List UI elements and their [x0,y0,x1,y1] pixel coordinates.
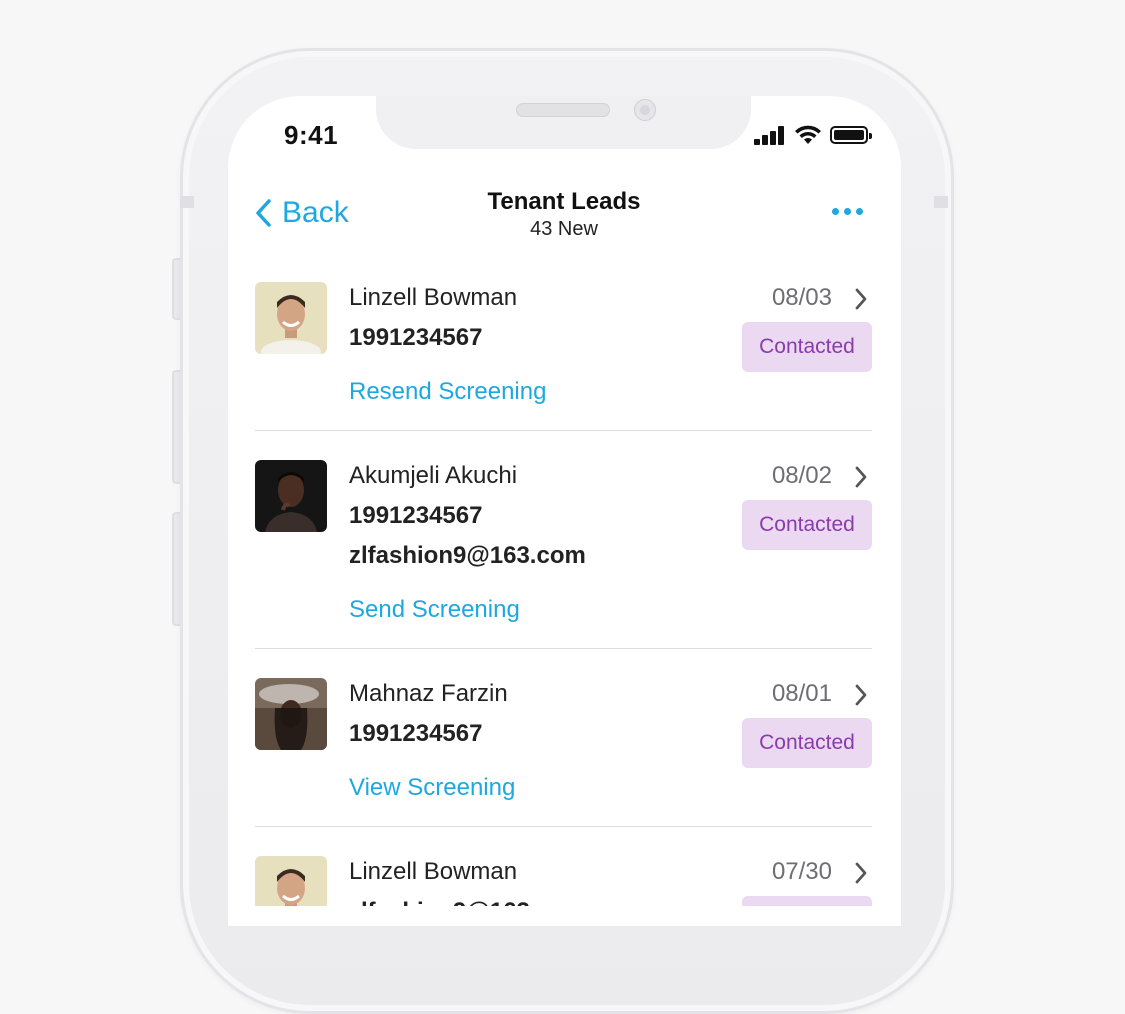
signal-icon [754,125,786,145]
front-camera [634,99,656,121]
lead-name: Linzell Bowman [349,858,518,885]
antenna-band-left [180,196,194,208]
more-dots-icon [832,208,839,215]
lead-name: Mahnaz Farzin [349,680,508,707]
resend-screening-link[interactable]: Resend Screening [349,378,546,406]
status-time: 9:41 [284,120,339,150]
lead-date: 07/30 [771,858,832,885]
lead-email: zlfashion9@163.com [349,542,586,569]
page-title: Tenant Leads [487,188,641,215]
more-options-button[interactable] [832,208,863,215]
battery-icon [830,126,872,144]
status-badge: Contacted [742,718,872,768]
status-badge [742,896,872,906]
avatar [255,856,327,906]
send-screening-link[interactable]: Send Screening [349,596,520,624]
back-button[interactable]: Back [254,196,349,230]
page-subtitle: 43 New [530,218,598,240]
divider [255,826,872,827]
wifi-icon [795,125,821,144]
lead-email: zlfashion9@163 [349,898,530,906]
chevron-right-icon [855,862,867,884]
status-icons [754,124,876,148]
lead-name: Akumjeli Akuchi [349,462,518,489]
lead-list-item[interactable]: Akumjeli Akuchi 1991234567 zlfashion9@16… [255,460,872,630]
chevron-right-icon [855,288,867,310]
view-screening-link[interactable]: View Screening [349,774,515,802]
lead-list-item[interactable]: Linzell Bowman 1991234567 Resend Screeni… [255,282,872,412]
avatar [255,460,327,532]
lead-phone: 1991234567 [349,720,483,747]
lead-list-item[interactable]: Linzell Bowman zlfashion9@163 07/30 [255,856,872,906]
lead-name: Linzell Bowman [349,284,518,311]
divider [255,430,872,431]
chevron-right-icon [855,684,867,706]
lead-date: 08/03 [771,284,832,311]
lead-phone: 1991234567 [349,502,483,529]
antenna-band-right [934,196,948,208]
lead-phone: 1991234567 [349,324,483,351]
status-badge: Contacted [742,322,872,372]
avatar [255,678,327,750]
avatar [255,282,327,354]
lead-date: 08/02 [771,462,832,489]
chevron-left-icon [256,199,271,227]
speaker-grille [516,103,610,117]
divider [255,648,872,649]
status-badge: Contacted [742,500,872,550]
lead-list-item[interactable]: Mahnaz Farzin 1991234567 View Screening … [255,678,872,808]
chevron-right-icon [855,466,867,488]
back-label: Back [282,196,349,229]
lead-date: 08/01 [771,680,832,707]
